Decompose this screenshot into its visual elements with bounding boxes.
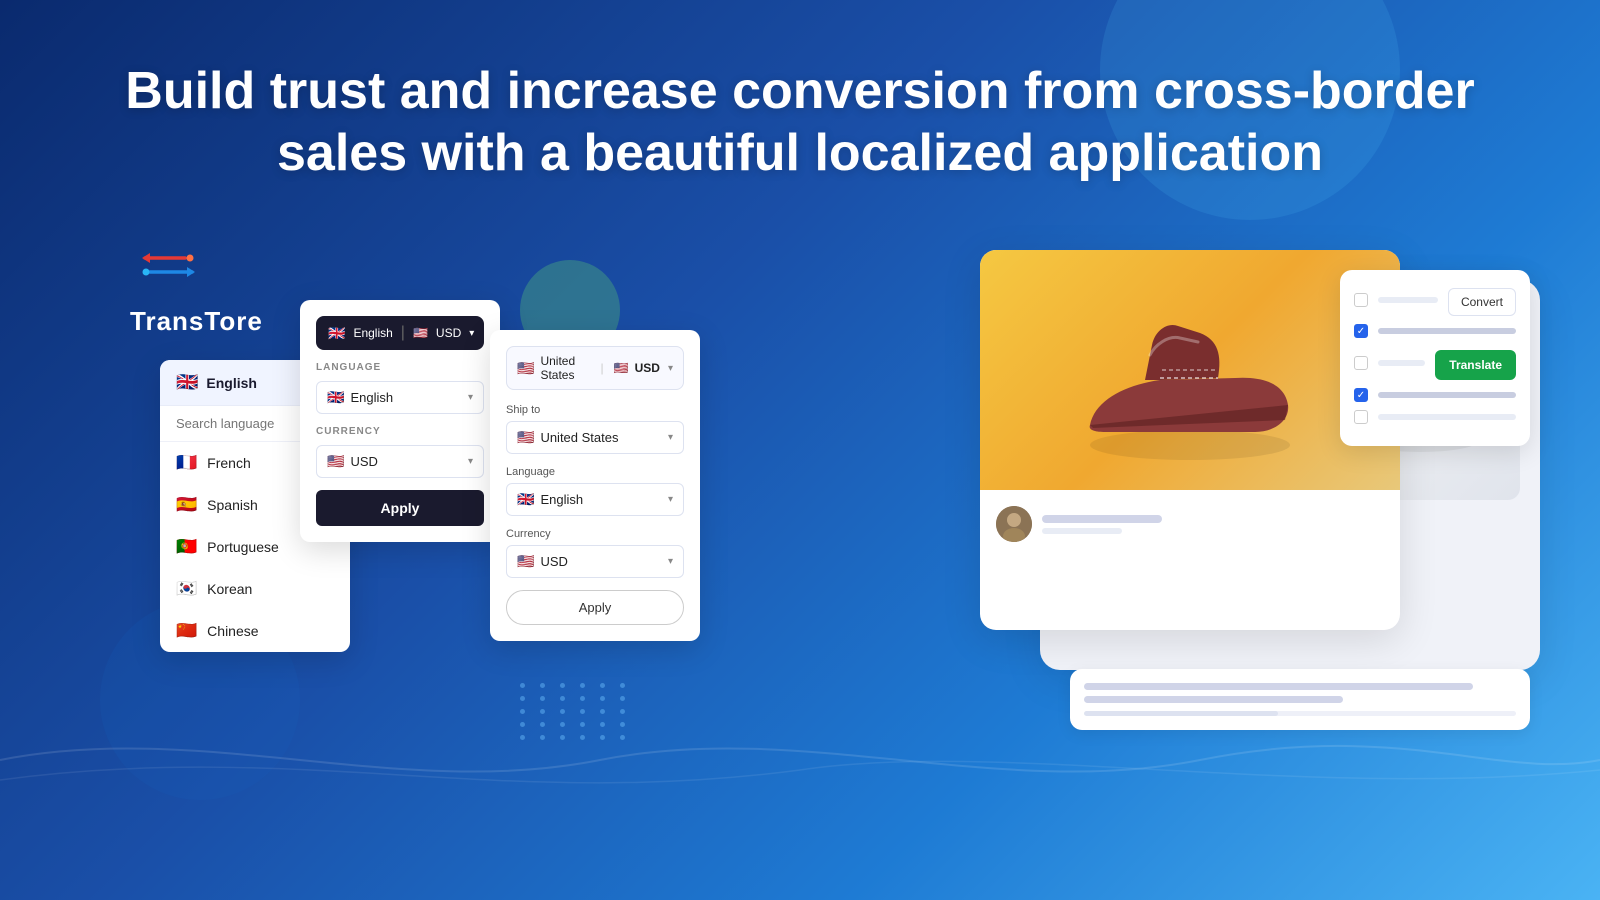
currency-select-row[interactable]: 🇺🇸 USD ▾ (316, 445, 484, 478)
currency-header-lang: English (353, 326, 392, 340)
chevron-down-icon: ▾ (469, 328, 474, 339)
shipto-header-currency-flag: 🇺🇸 (614, 361, 629, 375)
checkbox-line-1 (1378, 297, 1438, 303)
language-select-flag: 🇬🇧 (327, 389, 344, 406)
french-flag: 🇫🇷 (176, 453, 197, 473)
shipto-language-flag: 🇬🇧 (517, 491, 534, 508)
shipto-currency-select[interactable]: 🇺🇸 USD ▾ (506, 545, 684, 578)
shipto-widget: 🇺🇸 United States | 🇺🇸 USD ▾ Ship to 🇺🇸 U… (490, 330, 700, 641)
shipto-field-label: Ship to (506, 404, 684, 416)
checkbox-2[interactable]: ✓ (1354, 324, 1368, 338)
apply-button-shipto[interactable]: Apply (506, 590, 684, 625)
profile-name-line (1042, 515, 1162, 523)
korean-label: Korean (207, 581, 252, 597)
shipto-header-sep: | (601, 361, 604, 375)
card-lines-area (1070, 669, 1530, 730)
french-label: French (207, 455, 251, 471)
info-line-1 (1084, 683, 1473, 690)
card-bottom (980, 490, 1400, 558)
currency-header-flag: 🇬🇧 (328, 325, 345, 342)
language-select-row[interactable]: 🇬🇧 English ▾ (316, 381, 484, 414)
shipto-currency-value: USD (540, 554, 567, 569)
product-cards-area: Convert ✓ Translate ✓ (960, 250, 1540, 710)
checkbox-row-1: Convert (1354, 284, 1516, 316)
logo-area: TransTore (130, 240, 263, 337)
progress-bar-row (1084, 711, 1516, 716)
spanish-flag: 🇪🇸 (176, 495, 197, 515)
portuguese-flag: 🇵🇹 (176, 537, 197, 557)
apply-button-currency[interactable]: Apply (316, 490, 484, 526)
currency-select-flag: 🇺🇸 (327, 453, 344, 470)
translate-widget: Convert ✓ Translate ✓ (1340, 270, 1530, 446)
selected-lang-name: English (206, 375, 257, 391)
language-select-value: English (350, 390, 393, 405)
shipto-country-select[interactable]: 🇺🇸 United States ▾ (506, 421, 684, 454)
dots-grid-decoration (520, 683, 632, 740)
shipto-currency-flag: 🇺🇸 (517, 553, 534, 570)
hero-title: Build trust and increase conversion from… (0, 60, 1600, 185)
currency-header-sep: | (401, 324, 405, 342)
checkbox-row-2: ✓ (1354, 324, 1516, 338)
checkbox-3[interactable] (1354, 356, 1368, 370)
checkbox-row-5 (1354, 410, 1516, 424)
checkbox-1[interactable] (1354, 293, 1368, 307)
profile-row (996, 506, 1384, 542)
spanish-label: Spanish (207, 497, 258, 513)
checkbox-row-4: ✓ (1354, 388, 1516, 402)
progress-fill (1084, 711, 1278, 716)
shipto-header-flag: 🇺🇸 (517, 360, 534, 377)
shipto-header-chevron-icon: ▾ (668, 363, 673, 374)
convert-button[interactable]: Convert (1448, 288, 1516, 316)
currency-language-widget: 🇬🇧 English | 🇺🇸 USD ▾ LANGUAGE 🇬🇧 Englis… (300, 300, 500, 542)
progress-track (1084, 711, 1516, 716)
checkbox-line-3 (1378, 360, 1425, 366)
shipto-header-country: United States (540, 354, 590, 382)
shipto-country-chevron-icon: ▾ (668, 432, 673, 443)
currency-header-bar[interactable]: 🇬🇧 English | 🇺🇸 USD ▾ (316, 316, 484, 350)
translate-button[interactable]: Translate (1435, 350, 1516, 380)
language-field-label: Language (506, 466, 684, 478)
info-line-2 (1084, 696, 1343, 703)
shipto-language-select[interactable]: 🇬🇧 English ▾ (506, 483, 684, 516)
currency-header-usd: USD (436, 326, 461, 340)
profile-lines (1042, 515, 1384, 534)
checkbox-line-5 (1378, 414, 1516, 420)
currency-header-usd-flag: 🇺🇸 (413, 326, 428, 340)
shipto-header-bar[interactable]: 🇺🇸 United States | 🇺🇸 USD ▾ (506, 346, 684, 390)
checkbox-4[interactable]: ✓ (1354, 388, 1368, 402)
shipto-currency-chevron-icon: ▾ (668, 556, 673, 567)
checkbox-row-3: Translate (1354, 346, 1516, 380)
shipto-country-value: United States (540, 430, 618, 445)
chinese-flag: 🇨🇳 (176, 621, 197, 641)
currency-select-value: USD (350, 454, 377, 469)
main-product-card (980, 250, 1400, 630)
logo-icon (130, 240, 210, 300)
language-section-label: LANGUAGE (316, 362, 484, 373)
lang-list-item-chinese[interactable]: 🇨🇳 Chinese (160, 610, 350, 652)
profile-sub-line (1042, 528, 1122, 534)
currency-field-label: Currency (506, 528, 684, 540)
avatar (996, 506, 1032, 542)
shipto-country-flag: 🇺🇸 (517, 429, 534, 446)
checkbox-line-4 (1378, 392, 1516, 398)
chinese-label: Chinese (207, 623, 258, 639)
product-image (980, 250, 1400, 490)
currency-chevron-icon: ▾ (468, 456, 473, 467)
portuguese-label: Portuguese (207, 539, 279, 555)
lang-list-item-korean[interactable]: 🇰🇷 Korean (160, 568, 350, 610)
korean-flag: 🇰🇷 (176, 579, 197, 599)
shipto-language-chevron-icon: ▾ (668, 494, 673, 505)
checkbox-5[interactable] (1354, 410, 1368, 424)
checkbox-line-2 (1378, 328, 1516, 334)
language-chevron-icon: ▾ (468, 392, 473, 403)
currency-section-label: CURRENCY (316, 426, 484, 437)
shipto-header-currency: USD (635, 361, 660, 375)
logo-text: TransTore (130, 306, 263, 337)
shipto-language-value: English (540, 492, 583, 507)
selected-lang-flag: 🇬🇧 (176, 372, 198, 393)
